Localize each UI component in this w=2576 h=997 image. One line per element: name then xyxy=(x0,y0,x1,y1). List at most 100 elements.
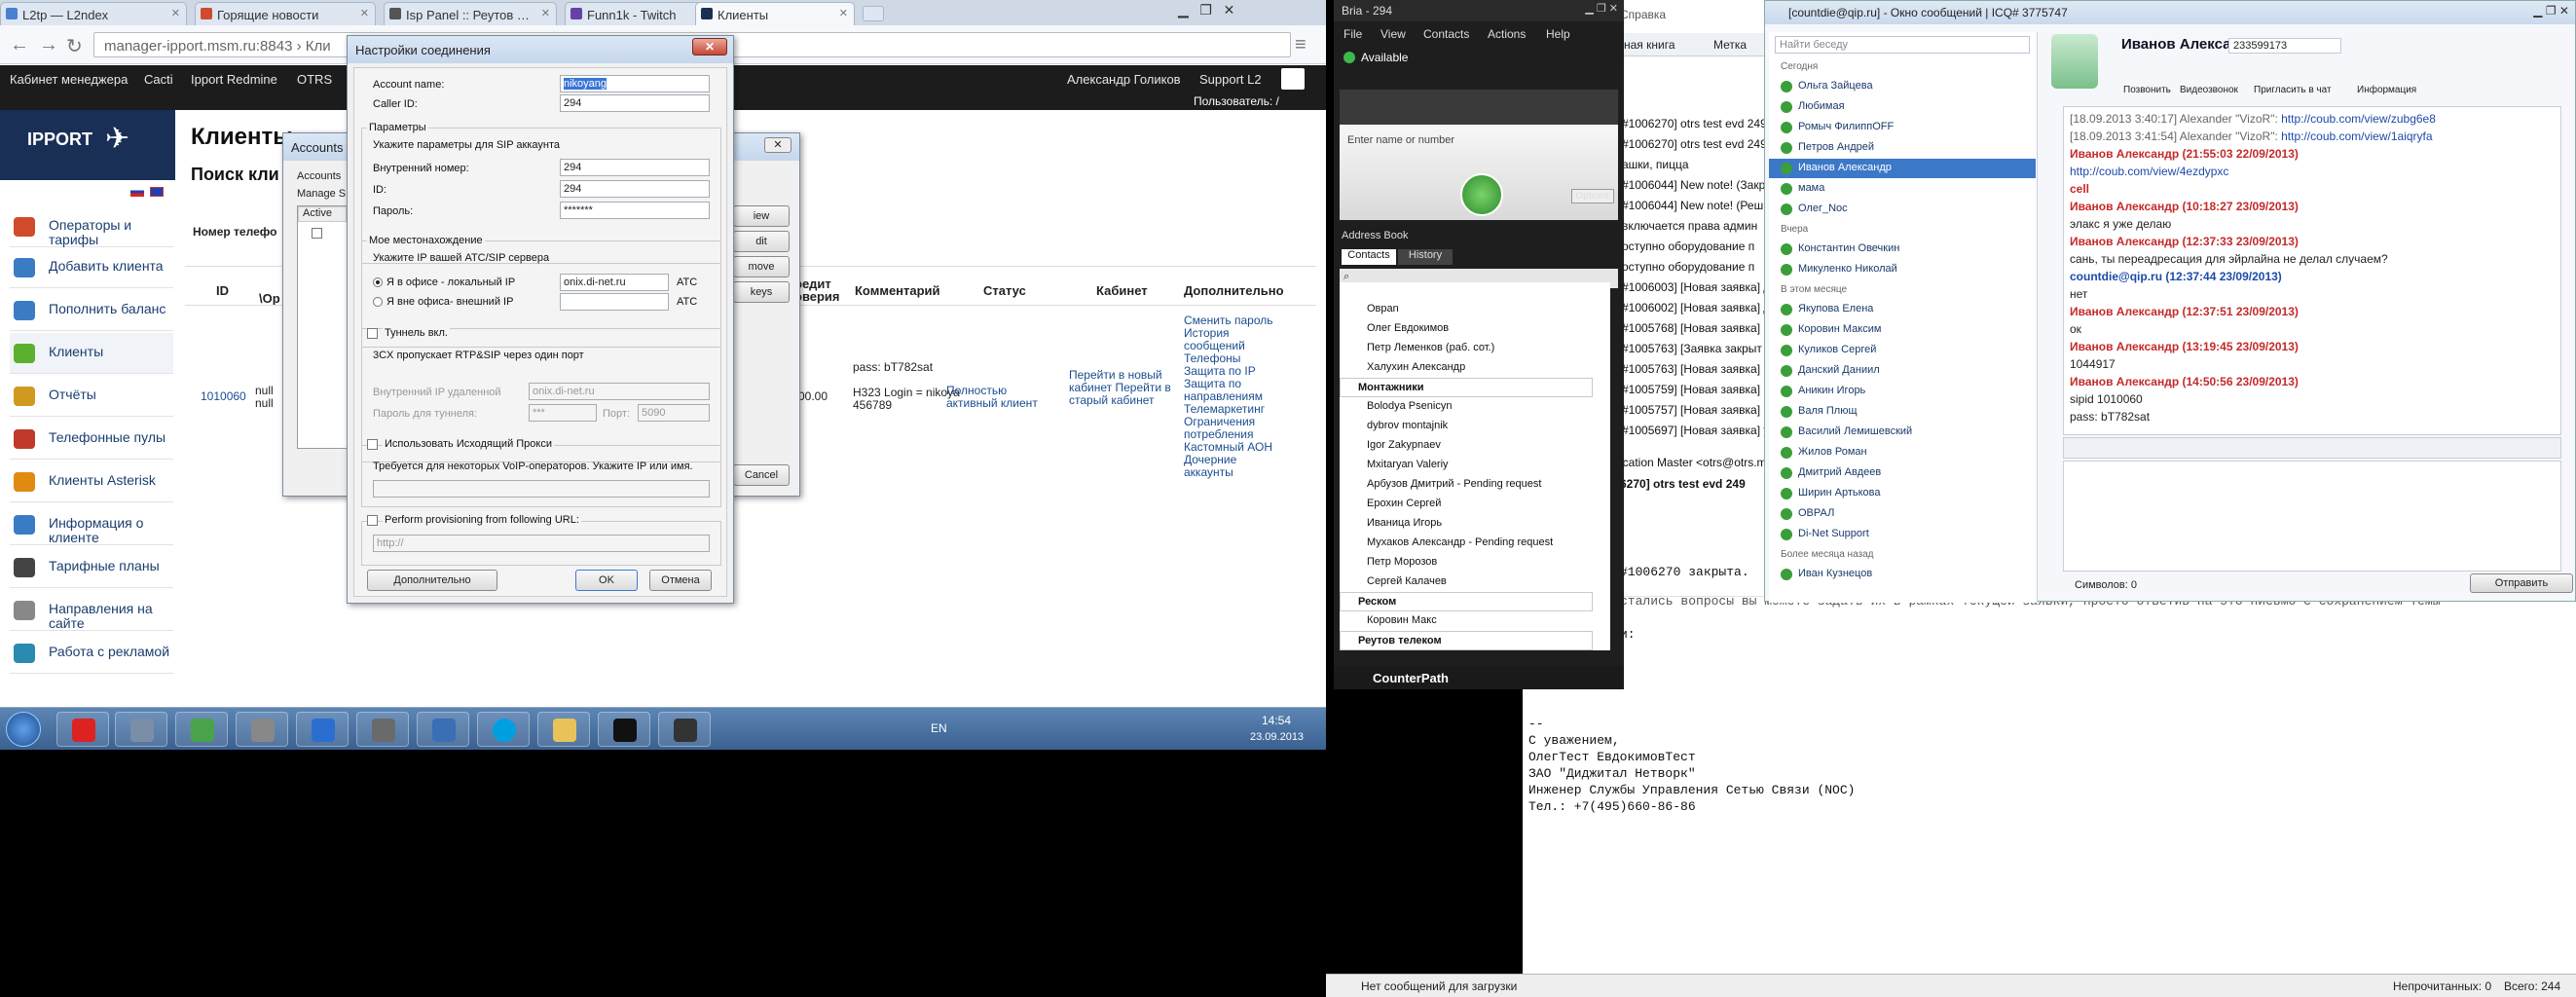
ticket-item[interactable]: #1005757] [Новая заявка] [ xyxy=(1622,403,1767,417)
close-icon[interactable]: ✕ xyxy=(541,7,550,19)
contact-item[interactable]: Арбузов Дмитрий - Pending request xyxy=(1340,475,1593,495)
ticket-item[interactable]: #1006002] [Новая заявка] Д xyxy=(1622,301,1772,314)
conversation-item[interactable]: Валя Плющ xyxy=(1769,402,2036,422)
tag-button[interactable]: Метка xyxy=(1713,38,1747,52)
menu-icon[interactable]: ≡ xyxy=(1295,34,1306,56)
window-controls[interactable]: ▁ ❐ ✕ xyxy=(1178,2,1234,18)
contact-item[interactable]: Иваница Игорь xyxy=(1340,514,1593,534)
cabinet-links[interactable]: Перейти в новый кабинет Перейти в старый… xyxy=(1069,369,1176,407)
taskbar-yandex[interactable] xyxy=(56,712,109,747)
client-id-link[interactable]: 1010060 xyxy=(201,390,246,403)
info-button[interactable]: Информация xyxy=(2357,85,2416,95)
tunnel-pass-input[interactable]: *** xyxy=(529,404,597,422)
menu-file[interactable]: File xyxy=(1343,27,1362,41)
cancel-button[interactable]: Cancel xyxy=(733,464,790,486)
ticket-item[interactable]: включается права админ xyxy=(1622,219,1757,233)
sidebar-item-balance[interactable]: Пополнить баланс xyxy=(10,290,173,331)
forward-icon[interactable]: → xyxy=(39,34,58,56)
conversation-item[interactable]: Любимая xyxy=(1769,97,2036,117)
sidebar-item-phone-pools[interactable]: Телефонные пулы xyxy=(10,419,173,460)
contact-uin[interactable]: 233599173 xyxy=(2228,38,2341,54)
clock-time[interactable]: 14:54 xyxy=(1262,714,1291,727)
ticket-item[interactable]: #1005697] [Новая заявка] у xyxy=(1622,424,1769,437)
contact-group[interactable]: Реском xyxy=(1340,592,1593,611)
taskbar-console[interactable] xyxy=(598,712,650,747)
proxy-checkbox[interactable] xyxy=(367,439,378,450)
provisioning-checkbox[interactable] xyxy=(367,515,378,526)
flag-ru-icon[interactable] xyxy=(130,187,144,197)
conversation-item[interactable]: Данский Даниил xyxy=(1769,361,2036,381)
proxy-input[interactable] xyxy=(373,480,710,498)
cancel-button[interactable]: Отмена xyxy=(649,570,712,591)
dial-input[interactable]: Enter name or number xyxy=(1347,134,1454,146)
browser-tab-active[interactable]: Клиенты ✕ xyxy=(695,2,855,26)
call-button[interactable] xyxy=(1460,173,1503,216)
help-menu[interactable]: Справка xyxy=(1620,8,1666,21)
menu-actions[interactable]: Actions xyxy=(1488,27,1526,41)
edit-button[interactable]: dit xyxy=(733,231,790,252)
taskbar-app[interactable] xyxy=(236,712,288,747)
conversation-search[interactable]: Найти беседу xyxy=(1775,36,2030,54)
sidebar-item-client-info[interactable]: Информация о клиенте xyxy=(10,504,173,545)
contact-item[interactable]: Петр Леменков (раб. сот.) xyxy=(1340,339,1593,358)
sidebar-item-add-client[interactable]: Добавить клиента xyxy=(10,247,173,288)
reload-icon[interactable]: ↻ xyxy=(66,34,83,58)
ticket-item[interactable]: #1005759] [Новая заявка] [ xyxy=(1622,383,1767,396)
conversation-item[interactable]: Ольга Зайцева xyxy=(1769,77,2036,96)
conversation-item[interactable]: Василий Лемишевский xyxy=(1769,423,2036,442)
ticket-item[interactable]: #1005763] [Заявка закрыт xyxy=(1622,342,1762,355)
menu-link[interactable]: OTRS xyxy=(297,72,332,87)
contact-item[interactable]: Mxitaryan Valeriy xyxy=(1340,456,1593,475)
office-external-radio[interactable] xyxy=(373,297,383,307)
contact-item[interactable]: dybrov montajnik xyxy=(1340,417,1593,436)
conversation-item[interactable]: Жилов Роман xyxy=(1769,443,2036,462)
user-name[interactable]: Александр Голиков xyxy=(1067,72,1181,87)
conversation-item[interactable]: Иванов Александр xyxy=(1769,159,2036,178)
video-call-button[interactable]: Видеозвонок xyxy=(2180,85,2238,95)
menu-link[interactable]: Ipport Redmine xyxy=(191,72,277,87)
tunnel-ip-input[interactable]: onix.di-net.ru xyxy=(529,383,710,400)
conversation-item[interactable]: Коровин Максим xyxy=(1769,320,2036,340)
browser-tab[interactable]: L2tp — L2ndex ✕ xyxy=(0,2,187,25)
ticket-item[interactable]: ашки, пицца xyxy=(1622,158,1689,171)
taskbar-skype[interactable] xyxy=(477,712,530,747)
advanced-button[interactable]: Дополнительно xyxy=(367,570,497,591)
conversation-item[interactable]: Олег_Noc xyxy=(1769,200,2036,219)
close-icon[interactable]: ✕ xyxy=(764,137,791,153)
sidebar-item-operators[interactable]: Операторы и тарифы xyxy=(10,206,173,247)
provisioning-url-input[interactable]: http:// xyxy=(373,535,710,552)
window-controls[interactable]: ▁ ❐ ✕ xyxy=(2533,4,2569,18)
taskbar-folder[interactable] xyxy=(537,712,590,747)
conversation-item[interactable]: ОВРАЛ xyxy=(1769,504,2036,524)
conversation-item[interactable]: Микуленко Николай xyxy=(1769,260,2036,279)
account-active-checkbox[interactable] xyxy=(312,228,322,239)
flag-en-icon[interactable] xyxy=(150,187,164,197)
taskbar-3cx[interactable] xyxy=(658,712,711,747)
contact-group[interactable]: Монтажники xyxy=(1340,378,1593,397)
taskbar-app[interactable] xyxy=(296,712,349,747)
account-name-input[interactable]: nikoyang xyxy=(564,78,607,90)
close-button[interactable]: ✕ xyxy=(692,38,727,55)
ticket-item[interactable]: #1005768] [Новая заявка] С xyxy=(1622,321,1772,335)
window-controls[interactable]: ▁ ❐ ✕ xyxy=(1585,2,1618,15)
menu-view[interactable]: View xyxy=(1380,27,1406,41)
conversation-item[interactable]: мама xyxy=(1769,179,2036,199)
send-button[interactable]: Отправить xyxy=(2470,573,2573,593)
message-link[interactable]: http://coub.com/view/4ezdypxc xyxy=(2070,165,2228,178)
contact-item[interactable]: Петр Морозов xyxy=(1340,553,1593,572)
ticket-item[interactable]: #1006270] otrs test evd 249 xyxy=(1622,137,1767,151)
contact-item[interactable]: Овраn xyxy=(1340,300,1593,319)
menu-contacts[interactable]: Contacts xyxy=(1423,27,1469,41)
sidebar-item-asterisk[interactable]: Клиенты Asterisk xyxy=(10,462,173,502)
ticket-item[interactable]: #1006044] New note! (Реш xyxy=(1622,199,1763,212)
taskbar-app[interactable] xyxy=(356,712,409,747)
keys-button[interactable]: keys xyxy=(733,281,790,303)
sidebar-item-ads[interactable]: Работа с рекламой xyxy=(10,633,173,674)
taskbar-app[interactable] xyxy=(115,712,167,747)
tunnel-checkbox[interactable] xyxy=(367,328,378,339)
menu-link[interactable]: Cacti xyxy=(144,72,173,87)
new-tab-button[interactable] xyxy=(863,6,884,21)
invite-chat-button[interactable]: Пригласить в чат xyxy=(2254,85,2332,95)
conversation-item[interactable]: Ширин Артькова xyxy=(1769,484,2036,503)
office-local-radio[interactable] xyxy=(373,277,383,287)
